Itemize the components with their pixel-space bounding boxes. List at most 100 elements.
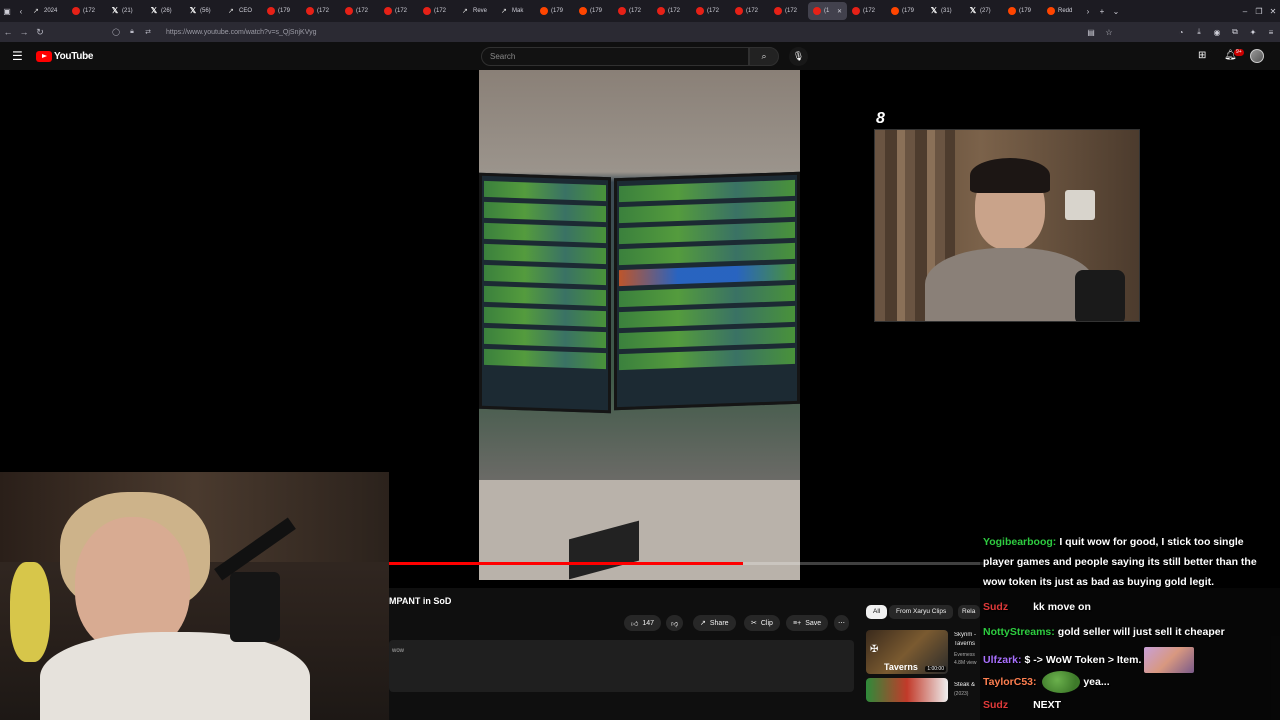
- browser-tab[interactable]: 𝕏 (26): [145, 2, 184, 20]
- browser-tab[interactable]: (172: [691, 2, 730, 20]
- close-tab-icon[interactable]: ✕: [837, 8, 842, 15]
- browser-tab[interactable]: (172: [652, 2, 691, 20]
- video-description[interactable]: wow: [389, 640, 854, 692]
- notification-count-badge: 9+: [1234, 49, 1244, 56]
- save-label: Save: [805, 619, 822, 627]
- more-actions-button[interactable]: ⋯: [834, 615, 849, 631]
- reddit-icon: [579, 7, 587, 15]
- browser-tab[interactable]: (172: [67, 2, 106, 20]
- reload-icon[interactable]: ↻: [32, 27, 48, 38]
- browser-tab[interactable]: (172: [379, 2, 418, 20]
- url-field[interactable]: https://www.youtube.com/watch?v=s_QjSnjK…: [166, 29, 317, 36]
- recommendation-thumbnail[interactable]: [866, 678, 948, 702]
- video-progress-bar[interactable]: [389, 562, 989, 565]
- share-button[interactable]: ↗ Share: [693, 615, 736, 631]
- browser-tab[interactable]: (172: [340, 2, 379, 20]
- maximize-icon[interactable]: ❐: [1252, 7, 1266, 16]
- downloads-icon[interactable]: ⤓: [1190, 27, 1208, 37]
- extension-puzzle-icon[interactable]: ✦: [1244, 28, 1262, 37]
- browser-tab-label: (21): [122, 8, 133, 14]
- browser-tab[interactable]: (179: [574, 2, 613, 20]
- browser-tab[interactable]: (179: [535, 2, 574, 20]
- permissions-icon[interactable]: ⇄: [140, 28, 156, 36]
- recommendation-title[interactable]: Skyrim -: [954, 632, 982, 638]
- browser-tab[interactable]: (172: [301, 2, 340, 20]
- like-button[interactable]: 👍︎ 147: [624, 615, 662, 631]
- browser-tab[interactable]: 𝕏 (27): [964, 2, 1003, 20]
- pocket-icon[interactable]: ◔: [1172, 28, 1190, 37]
- browser-tab[interactable]: 𝕏 (31): [925, 2, 964, 20]
- recommendation-subtitle[interactable]: Taverns: [954, 641, 982, 647]
- minimize-icon[interactable]: –: [1238, 7, 1252, 16]
- browser-tab[interactable]: 𝕏 (21): [106, 2, 145, 20]
- browser-tab[interactable]: (172: [730, 2, 769, 20]
- browser-tab[interactable]: (179: [886, 2, 925, 20]
- list-tabs-icon[interactable]: ⌄: [1109, 7, 1123, 16]
- browser-tab-label: (31): [941, 8, 952, 14]
- save-button[interactable]: ≡+ Save: [786, 615, 829, 631]
- chat-username: Sudz: [983, 601, 1009, 613]
- browser-tab[interactable]: (172: [847, 2, 886, 20]
- search-button[interactable]: ⌕: [749, 47, 779, 66]
- reddit-icon: [1047, 7, 1055, 15]
- back-icon[interactable]: ←: [0, 27, 16, 37]
- chart-icon: ↗: [228, 8, 234, 15]
- user-avatar[interactable]: [1250, 49, 1264, 63]
- recommendation-title[interactable]: Steak &: [954, 682, 982, 688]
- x-icon: 𝕏: [189, 6, 197, 15]
- new-tab-icon[interactable]: +: [1095, 7, 1109, 16]
- extensions-icon[interactable]: ⧉: [1226, 27, 1244, 37]
- account-icon[interactable]: ◉: [1208, 28, 1226, 37]
- browser-tab-label: (179: [902, 8, 915, 14]
- browser-tab[interactable]: (172: [769, 2, 808, 20]
- hamburger-menu-icon[interactable]: ☰: [12, 50, 23, 62]
- video-frame-wall: [479, 480, 800, 580]
- video-player[interactable]: [479, 70, 800, 580]
- youtube-logo[interactable]: YouTube: [36, 51, 94, 62]
- browser-tab[interactable]: 𝕏 (56): [184, 2, 223, 20]
- browser-tab-label: (172: [317, 8, 330, 14]
- browser-tab-label: Reve: [473, 8, 488, 14]
- tab-scroll-right-icon[interactable]: ›: [1081, 7, 1095, 16]
- recommendation-thumbnail[interactable]: ✠ Taverns 1:00:00: [866, 630, 948, 674]
- browser-tab[interactable]: ↗ 2024: [28, 2, 67, 20]
- browser-tab[interactable]: (1 ✕: [808, 2, 847, 20]
- clip-button[interactable]: ✂ Clip: [744, 615, 780, 631]
- playlist-add-icon: ≡+: [793, 619, 802, 627]
- youtube-icon: [306, 7, 314, 15]
- search-input[interactable]: Search: [481, 47, 749, 66]
- forward-icon[interactable]: →: [16, 27, 32, 37]
- browser-tab-label: (172: [707, 8, 720, 14]
- browser-tab[interactable]: ↗ CEO: [223, 2, 262, 20]
- shield-icon[interactable]: ◯: [108, 28, 124, 36]
- browser-tab[interactable]: ↗ Reve: [457, 2, 496, 20]
- browser-tab[interactable]: (179: [262, 2, 301, 20]
- browser-tab[interactable]: Redd: [1042, 2, 1081, 20]
- chat-message: NottyStreams: gold seller will just sell …: [983, 622, 1273, 642]
- close-window-icon[interactable]: ✕: [1266, 7, 1280, 16]
- browser-tab-strip: ▣ ‹ ↗ 2024 (172 𝕏 (21) 𝕏 (26) 𝕏 (56) ↗ CEO (179 (172…: [0, 0, 1280, 22]
- app-menu-icon[interactable]: ≡: [1262, 28, 1280, 37]
- reader-view-icon[interactable]: ▤: [1082, 28, 1100, 37]
- bookmark-star-icon[interactable]: ☆: [1100, 28, 1118, 37]
- overlay-number: 8: [876, 110, 885, 127]
- browser-tab[interactable]: ↗ Mak: [496, 2, 535, 20]
- create-video-icon[interactable]: ⊞: [1198, 50, 1206, 61]
- lock-icon[interactable]: 🔒︎: [124, 28, 140, 36]
- voice-search-button[interactable]: 🎙︎: [789, 47, 808, 66]
- video-frame-monitor-left: [479, 172, 611, 414]
- chip-related[interactable]: Rela: [958, 605, 980, 619]
- browser-tab[interactable]: (172: [613, 2, 652, 20]
- dislike-button[interactable]: 👎︎: [666, 615, 684, 631]
- video-frame-monitor-right: [614, 171, 800, 411]
- browser-tab[interactable]: (179: [1003, 2, 1042, 20]
- reddit-icon: [1008, 7, 1016, 15]
- tab-overview-icon[interactable]: ▣: [0, 7, 14, 16]
- browser-tab[interactable]: (172: [418, 2, 457, 20]
- chip-from-xaryu-clips[interactable]: From Xaryu Clips: [889, 605, 954, 619]
- chip-all[interactable]: All: [866, 605, 888, 619]
- browser-tab-label: (179: [551, 8, 564, 14]
- tab-scroll-left-icon[interactable]: ‹: [14, 7, 28, 16]
- thumbnail-text: Taverns: [884, 662, 918, 672]
- browser-tab-label: (179: [590, 8, 603, 14]
